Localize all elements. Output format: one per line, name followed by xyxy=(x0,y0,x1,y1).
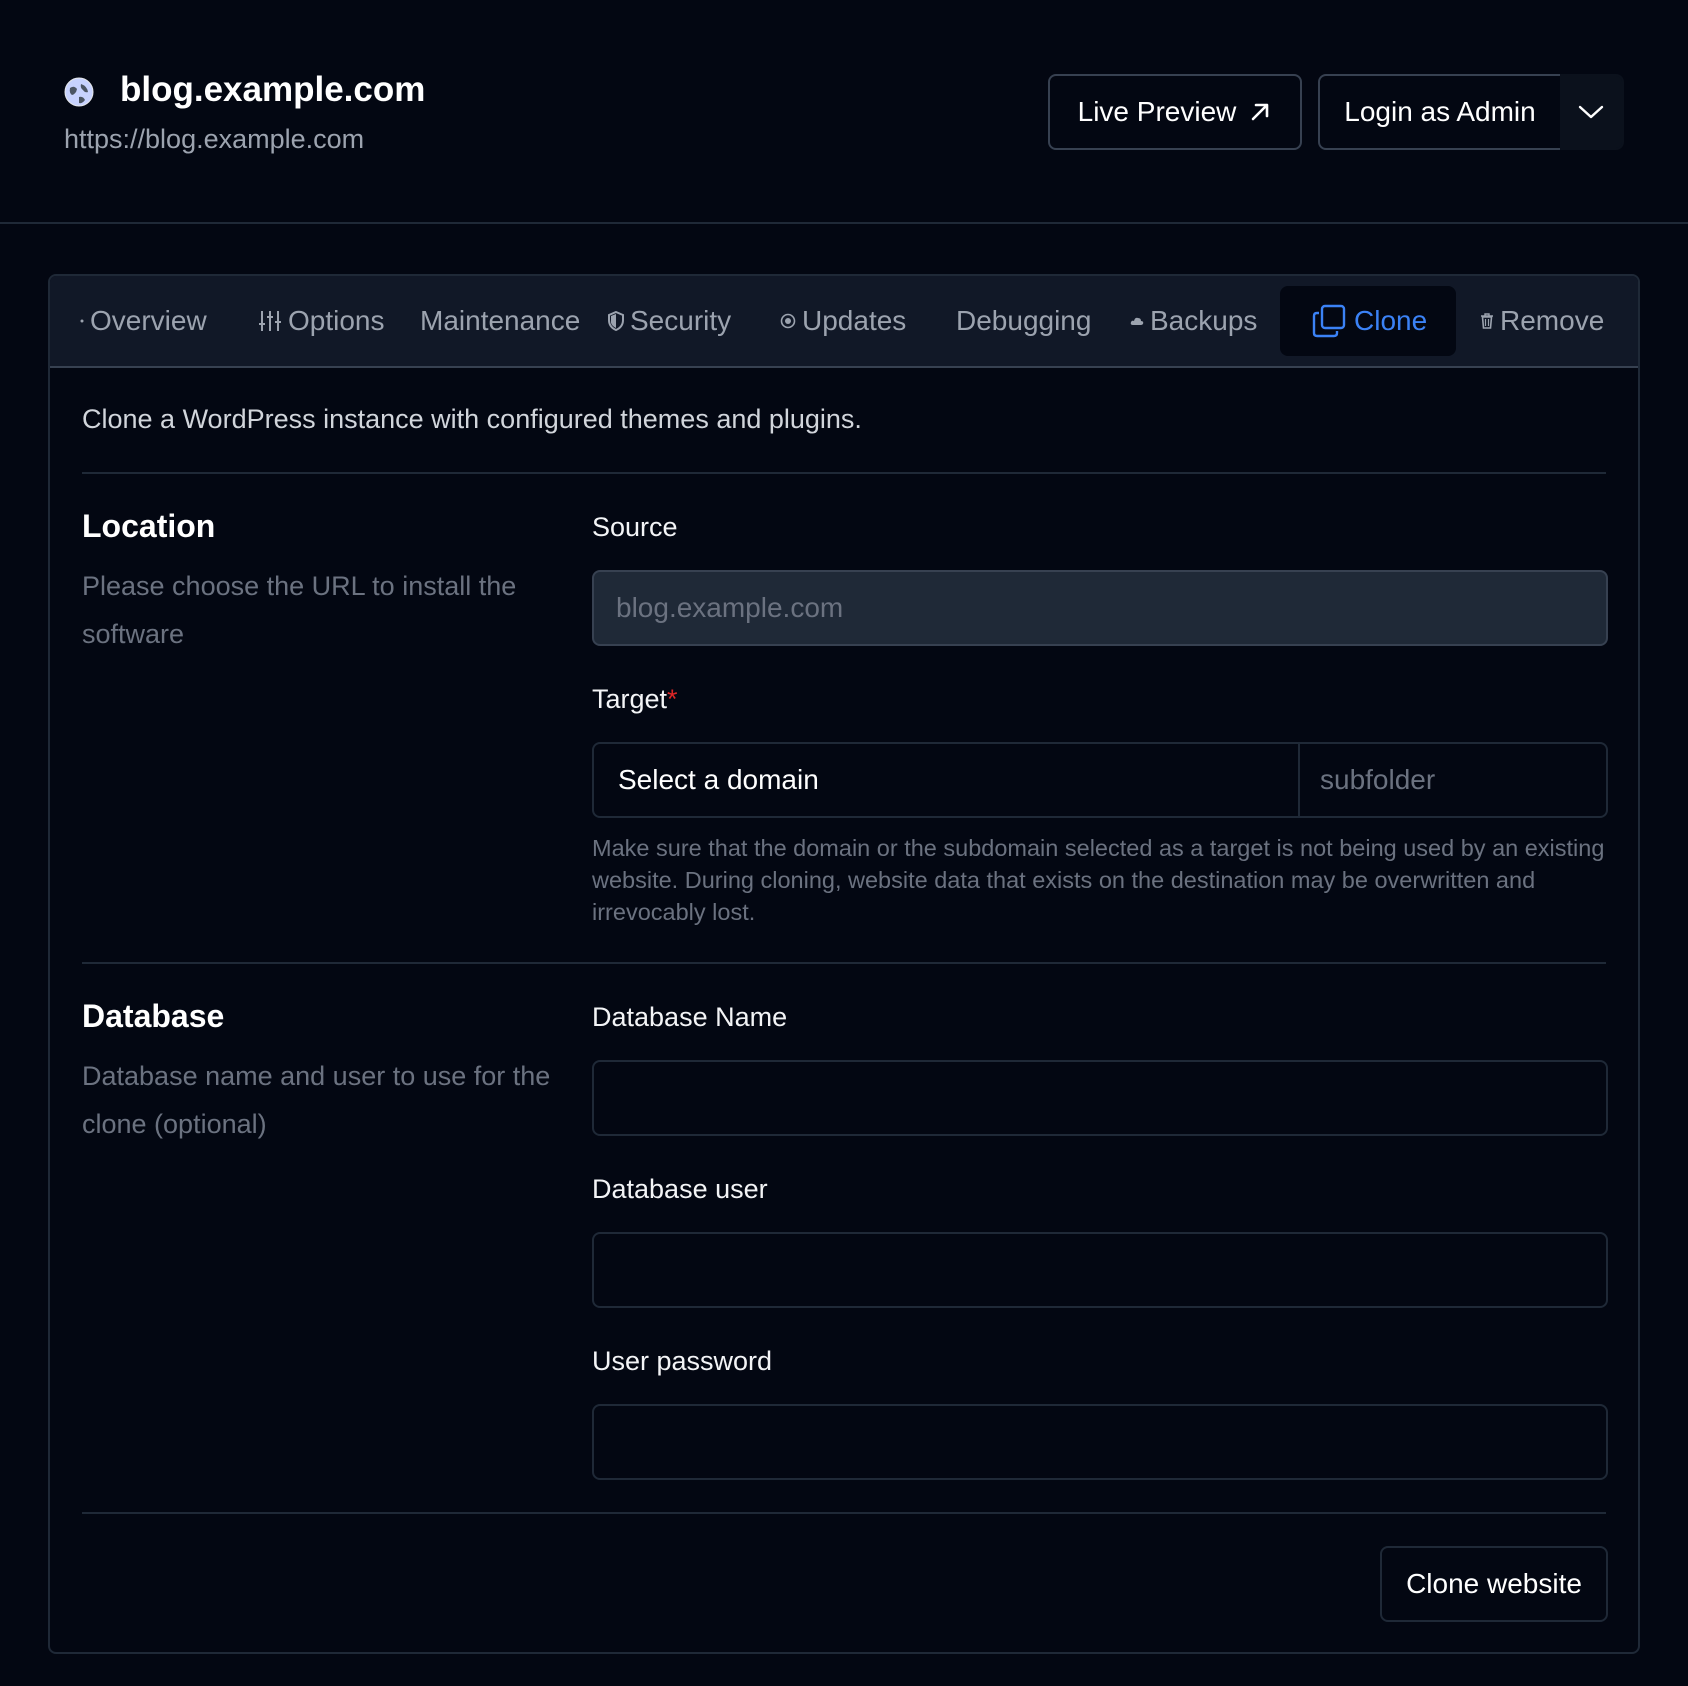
tab-backups[interactable]: Backups xyxy=(1130,286,1257,356)
tab-options[interactable]: Options xyxy=(258,286,385,356)
admin-dropdown-toggle[interactable] xyxy=(1560,74,1624,150)
external-link-icon xyxy=(1252,103,1269,121)
location-description: Please choose the URL to install the sof… xyxy=(82,571,517,649)
login-as-admin-button[interactable]: Login as Admin xyxy=(1318,74,1562,150)
target-help-text: Make sure that the domain or the subdoma… xyxy=(592,835,1605,925)
source-input[interactable] xyxy=(592,570,1608,646)
user-password-input[interactable] xyxy=(592,1404,1608,1480)
sliders-icon xyxy=(258,310,282,332)
domain-select-label: Select a domain xyxy=(618,764,819,795)
intro-text: Clone a WordPress instance with configur… xyxy=(82,404,862,434)
refresh-icon xyxy=(780,313,796,329)
clone-panel: Overview Options Maintenance Security Up… xyxy=(48,274,1640,1654)
divider xyxy=(82,472,1606,474)
divider xyxy=(82,962,1606,964)
location-title: Location xyxy=(82,508,216,544)
tab-label: Security xyxy=(630,305,732,336)
tab-bar: Overview Options Maintenance Security Up… xyxy=(50,276,1638,368)
tab-overview[interactable]: Overview xyxy=(80,286,207,356)
tab-debugging[interactable]: Debugging xyxy=(956,286,1091,356)
dot-icon xyxy=(80,319,84,323)
cloud-icon xyxy=(1130,315,1144,327)
clone-website-button[interactable]: Clone website xyxy=(1380,1546,1608,1622)
target-label-text: Target xyxy=(592,684,668,714)
live-preview-label: Live Preview xyxy=(1077,96,1237,127)
tab-remove[interactable]: Remove xyxy=(1480,286,1604,356)
login-as-admin-label: Login as Admin xyxy=(1344,96,1536,127)
tab-label: Maintenance xyxy=(420,305,581,336)
tab-label: Overview xyxy=(90,305,207,336)
tab-updates[interactable]: Updates xyxy=(780,286,906,356)
tab-clone[interactable]: Clone xyxy=(1280,286,1456,356)
required-mark: * xyxy=(667,684,678,714)
tab-label: Remove xyxy=(1500,305,1605,336)
tab-label: Clone xyxy=(1354,305,1428,336)
chevron-down-icon xyxy=(1578,105,1604,119)
database-title: Database xyxy=(82,998,225,1034)
user-password-label: User password xyxy=(592,1346,773,1376)
site-header: blog.example.com https://blog.example.co… xyxy=(0,0,1688,224)
site-title: blog.example.com xyxy=(120,70,426,109)
divider xyxy=(82,1512,1606,1514)
source-label: Source xyxy=(592,512,678,542)
tab-label: Debugging xyxy=(956,305,1092,336)
database-name-label: Database Name xyxy=(592,1002,788,1032)
database-user-label: Database user xyxy=(592,1174,768,1204)
copy-icon xyxy=(1312,304,1346,338)
database-name-input[interactable] xyxy=(592,1060,1608,1136)
tab-security[interactable]: Security xyxy=(608,286,731,356)
target-label: Target* xyxy=(592,684,678,715)
site-url[interactable]: https://blog.example.com xyxy=(64,124,364,155)
tab-label: Backups xyxy=(1150,305,1258,336)
tab-label: Options xyxy=(288,305,385,336)
trash-icon xyxy=(1480,313,1494,329)
live-preview-button[interactable]: Live Preview xyxy=(1048,74,1302,150)
database-user-input[interactable] xyxy=(592,1232,1608,1308)
database-description: Database name and user to use for the cl… xyxy=(82,1061,551,1139)
clone-website-label: Clone website xyxy=(1406,1568,1582,1599)
globe-icon xyxy=(64,77,94,107)
tab-label: Updates xyxy=(802,305,907,336)
subfolder-input[interactable] xyxy=(1300,742,1608,818)
domain-select[interactable]: Select a domain xyxy=(592,742,1300,818)
shield-icon xyxy=(608,311,624,331)
tab-maintenance[interactable]: Maintenance xyxy=(420,286,580,356)
